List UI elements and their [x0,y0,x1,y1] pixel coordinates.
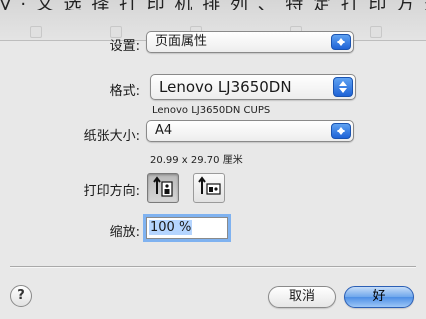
popup-arrows-icon [331,123,351,139]
format-label: 格式: [109,84,140,99]
format-popup[interactable]: Lenovo LJ3650DN [150,74,356,100]
settings-popup[interactable]: 页面属性 [146,31,354,53]
orientation-label: 打印方向: [83,184,140,199]
settings-label: 设置: [109,39,140,54]
paper-dimensions-text: 20.99 x 29.70 厘米 [150,155,243,166]
portrait-orientation-icon [153,176,173,197]
paper-size-popup-value: A4 [155,123,173,138]
ghost-control [370,26,382,38]
popup-arrows-icon [331,34,351,50]
footer-divider [10,266,416,268]
printer-driver-text: Lenovo LJ3650DN CUPS [152,105,271,116]
ghost-control [30,26,42,38]
orientation-landscape-button[interactable] [193,173,225,203]
paper-size-label: 纸张大小: [83,129,140,144]
help-button[interactable]: ? [10,285,32,307]
format-popup-value: Lenovo LJ3650DN [159,78,292,96]
scale-label: 缩放: [109,225,140,240]
orientation-portrait-button[interactable] [147,173,179,203]
cancel-button[interactable]: 取消 [268,286,336,308]
landscape-orientation-icon [198,176,221,195]
scale-input[interactable]: 100 % [146,217,228,239]
ok-button[interactable]: 好 [344,286,414,308]
scale-input-value: 100 % [149,220,193,235]
popup-arrows-icon [333,77,353,97]
paper-size-popup[interactable]: A4 [146,120,354,142]
settings-popup-value: 页面属性 [155,34,208,49]
parent-window-text: y · 文 选 择 打 印 机 排 列 、 特 定 打 印 方 式 [0,0,426,10]
